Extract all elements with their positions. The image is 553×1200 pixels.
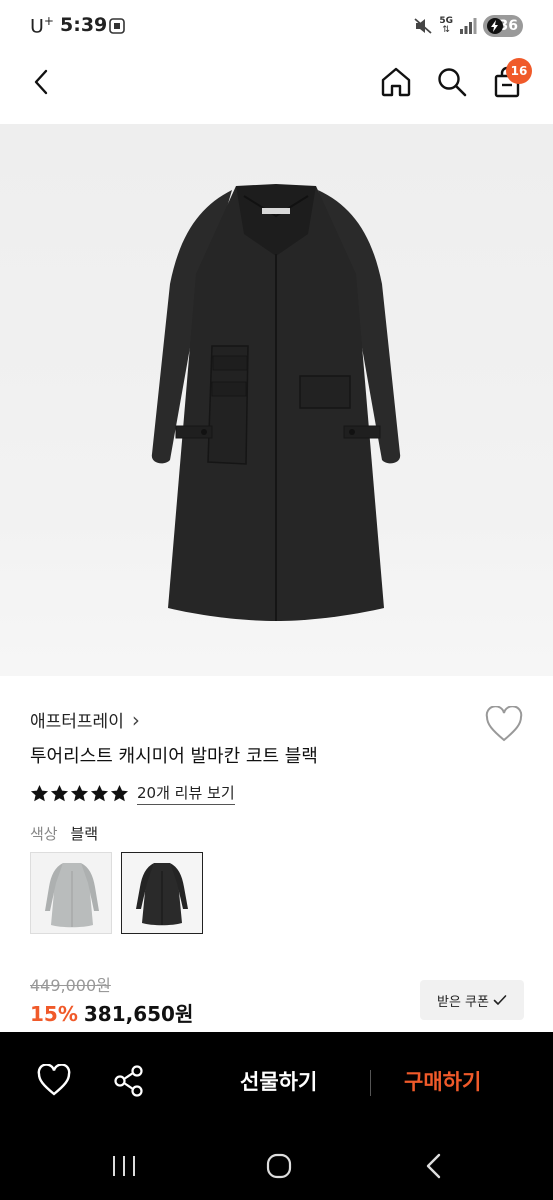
chevron-right-icon: › [131,707,140,732]
color-value: 블랙 [70,825,98,843]
back-icon [34,69,48,95]
black-coat-thumbnail [136,863,188,926]
cart-count-badge: 16 [506,58,532,84]
coat-photo [151,184,401,621]
grey-coat-thumbnail [45,863,99,928]
original-price: 449,000원 [30,976,111,995]
price-row: 15% 381,650원 [30,998,193,1027]
search-button[interactable] [432,62,472,102]
home-nav-button[interactable] [259,1148,299,1184]
product-title: 투어리스트 캐시미어 발마칸 코트 블랙 [30,746,318,767]
star-icon [110,784,129,802]
bottom-action-bar: 선물하기 구매하기 [0,1032,553,1132]
carrier-label: U+ [30,14,54,38]
recents-button[interactable] [104,1148,144,1184]
color-swatch-grey[interactable] [30,852,112,934]
back-button[interactable] [22,62,62,102]
color-label: 색상 [30,825,58,843]
mute-icon [414,18,432,34]
home-icon [381,67,411,97]
home-circle-icon [266,1153,292,1179]
like-button[interactable] [36,1063,72,1098]
network-icon: 5G ⇅ [439,16,453,35]
charging-icon [487,18,503,34]
rating-row: 20개 리뷰 보기 [30,782,235,805]
clock: 5:39 [60,14,108,36]
status-icons: 5G ⇅ 36 [413,14,523,38]
share-icon [114,1065,143,1097]
star-icon [50,784,69,802]
recents-icon [113,1156,135,1176]
discount-rate: 15% [30,1002,78,1026]
back-arrow-icon [426,1153,441,1179]
review-link[interactable]: 20개 리뷰 보기 [137,782,235,805]
signal-icon [460,18,477,34]
back-nav-button[interactable] [414,1148,454,1184]
rating-stars [30,784,129,803]
star-icon [70,784,89,802]
sale-price: 381,650원 [83,1002,194,1026]
star-icon [90,784,109,802]
wishlist-button[interactable] [484,705,524,744]
app-header [0,52,553,116]
share-button[interactable] [112,1064,146,1098]
divider [370,1070,371,1096]
brand-name: 애프터프레이 [30,712,124,732]
coupon-label: 받은 쿠폰 [437,994,489,1010]
home-button[interactable] [376,62,416,102]
heart-icon [485,705,523,742]
status-bar: U+ 5:39 5G ⇅ 36 [0,0,553,52]
brand-link[interactable]: 애프터프레이 › [30,707,140,733]
color-swatch-black[interactable] [121,852,203,934]
buy-button[interactable]: 구매하기 [404,1066,481,1096]
star-icon [30,784,49,802]
coupon-button[interactable]: 받은 쿠폰 [420,980,524,1020]
color-row: 색상 블랙 [30,823,98,844]
battery-indicator: 36 [483,15,523,37]
search-icon [438,68,467,97]
screenshot-icon [109,18,125,34]
check-icon [493,995,507,1005]
product-image[interactable] [0,124,553,676]
heart-icon [37,1063,71,1096]
gift-button[interactable]: 선물하기 [240,1066,317,1096]
system-nav-bar [0,1132,553,1200]
